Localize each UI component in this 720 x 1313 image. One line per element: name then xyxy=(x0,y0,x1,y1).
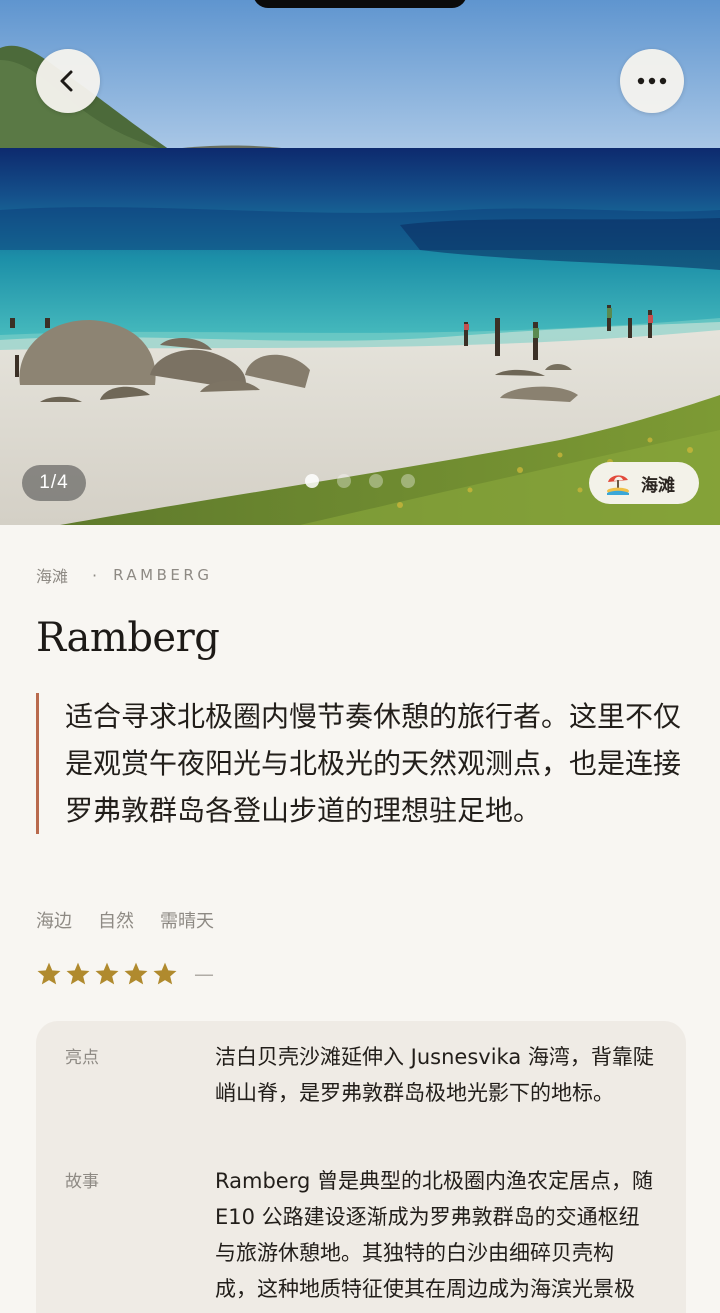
breadcrumb: 海滩 · RAMBERG xyxy=(36,563,212,587)
camera-notch xyxy=(253,0,467,8)
star-rating[interactable] xyxy=(36,961,178,987)
beach-photo xyxy=(0,0,720,525)
tag: 海边 xyxy=(36,911,72,932)
place-detail: 海滩 · RAMBERG Ramberg 适合寻求北极圈内慢节奏休憩的旅行者。这… xyxy=(0,525,720,1313)
detail-row-highlight: 亮点 洁白贝壳沙滩延伸入 Jusnesvika 海湾，背靠陡峭山脊，是罗弗敦群岛… xyxy=(65,1039,655,1111)
tag: 需晴天 xyxy=(160,911,214,932)
photo-counter: 1/4 xyxy=(22,465,86,501)
page-title: Ramberg xyxy=(36,615,220,661)
chevron-left-icon xyxy=(60,70,73,92)
category-label: 海滩 xyxy=(36,567,69,586)
back-button[interactable] xyxy=(36,49,100,113)
rating[interactable]: — xyxy=(36,961,214,987)
star-icon[interactable] xyxy=(65,961,91,987)
detail-value: Ramberg 曾是典型的北极圈内渔农定居点，随 E10 公路建设逐渐成为罗弗敦… xyxy=(215,1169,653,1301)
carousel-dot[interactable] xyxy=(337,474,351,488)
star-icon[interactable] xyxy=(123,961,149,987)
region-label: RAMBERG xyxy=(113,566,213,584)
star-icon[interactable] xyxy=(36,961,62,987)
tag-list: 海边 自然 需晴天 xyxy=(36,907,214,933)
beach-umbrella-icon xyxy=(607,475,629,495)
tag: 自然 xyxy=(98,911,134,932)
detail-value: 洁白贝壳沙滩延伸入 Jusnesvika 海湾，背靠陡峭山脊，是罗弗敦群岛极地光… xyxy=(215,1045,654,1105)
detail-key: 亮点 xyxy=(65,1048,99,1068)
detail-key: 故事 xyxy=(65,1172,99,1192)
description-quote: 适合寻求北极圈内慢节奏休憩的旅行者。这里不仅是观赏午夜阳光与北极光的天然观测点，… xyxy=(36,693,686,834)
category-chip[interactable]: 海滩 xyxy=(589,462,699,504)
rating-note: — xyxy=(194,962,214,986)
star-icon[interactable] xyxy=(94,961,120,987)
star-icon[interactable] xyxy=(152,961,178,987)
more-options-button[interactable] xyxy=(620,49,684,113)
detail-row-story: 故事 Ramberg 曾是典型的北极圈内渔农定居点，随 E10 公路建设逐渐成为… xyxy=(65,1163,655,1313)
meta-separator: · xyxy=(92,565,98,585)
photo-gallery[interactable]: 1/4 海滩 xyxy=(0,0,720,525)
carousel-dot[interactable] xyxy=(305,474,319,488)
details-card: 亮点 洁白贝壳沙滩延伸入 Jusnesvika 海湾，背靠陡峭山脊，是罗弗敦群岛… xyxy=(36,1021,686,1313)
carousel-dot[interactable] xyxy=(401,474,415,488)
category-chip-label: 海滩 xyxy=(641,475,675,496)
carousel-dots[interactable] xyxy=(305,474,415,488)
more-horizontal-icon xyxy=(637,77,667,85)
carousel-dot[interactable] xyxy=(369,474,383,488)
